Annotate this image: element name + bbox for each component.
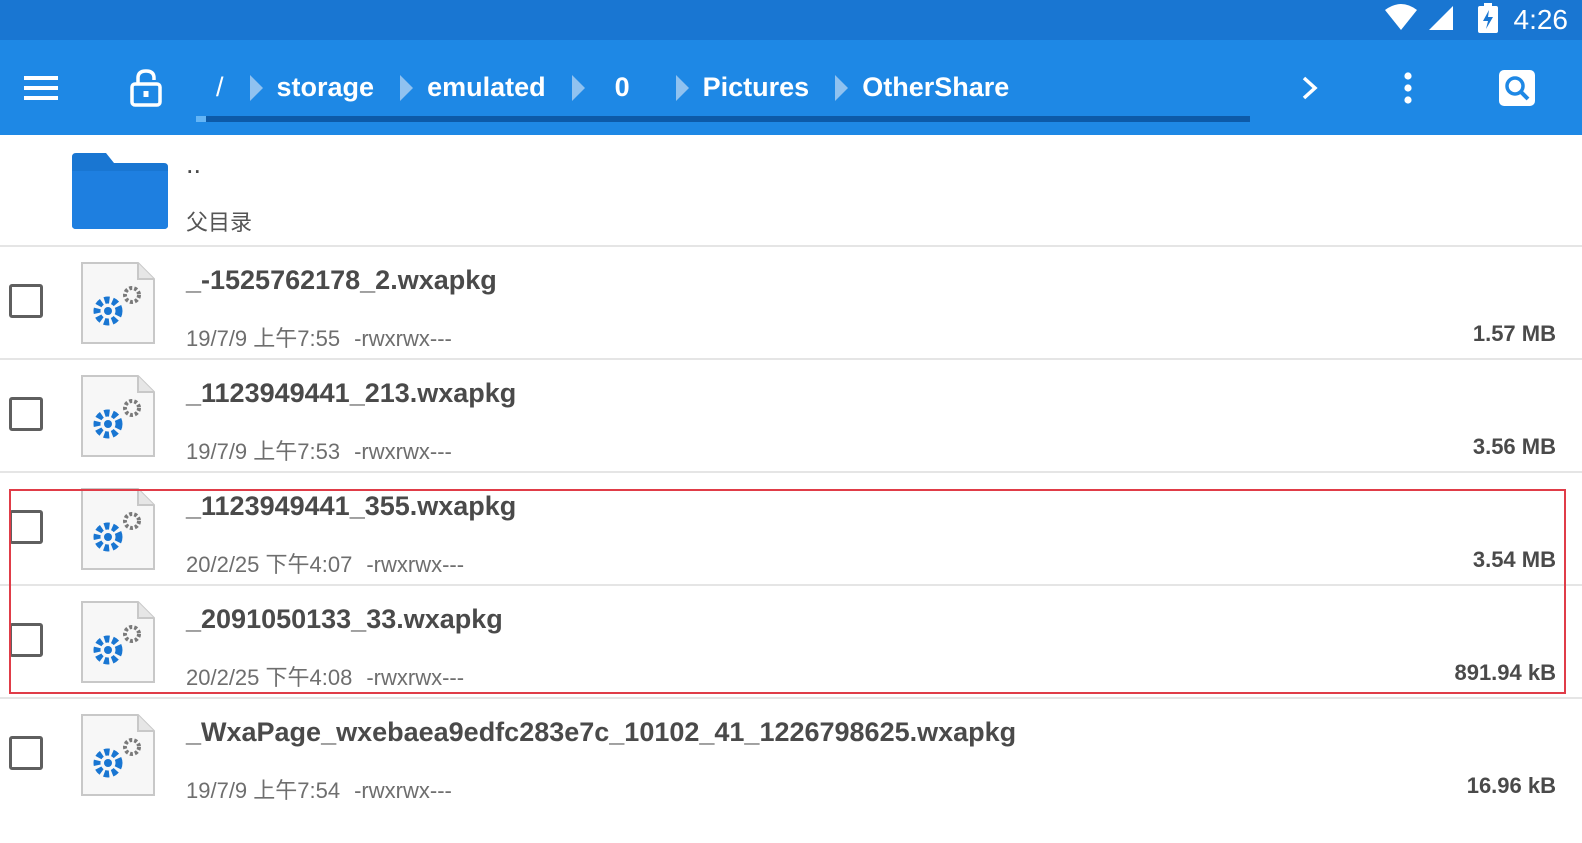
file-name: _1123949441_355.wxapkg: [186, 491, 517, 521]
status-bar: 4:26: [0, 0, 1582, 40]
file-permissions: -rwxrwx---: [354, 439, 452, 464]
breadcrumb-item-othershare[interactable]: OtherShare: [862, 72, 1009, 103]
file-name: _-1525762178_2.wxapkg: [186, 265, 497, 295]
folder-icon: [70, 151, 170, 231]
breadcrumb-separator: [400, 74, 414, 101]
breadcrumb-separator: [249, 74, 263, 101]
hamburger-menu-icon[interactable]: [14, 40, 70, 135]
parent-directory-name: ..: [186, 149, 202, 179]
file-meta: 20/2/25 下午4:08 -rwxrwx---: [186, 660, 464, 692]
breadcrumb-scroll-indicator: [196, 116, 1250, 122]
chevron-right-icon[interactable]: [1290, 40, 1330, 135]
toolbar: / storage emulated 0 Pictures OtherShare: [0, 40, 1582, 135]
file-meta: 19/7/9 上午7:55 -rwxrwx---: [186, 321, 452, 353]
file-row[interactable]: _2091050133_33.wxapkg 20/2/25 下午4:08 -rwx…: [0, 586, 1582, 699]
breadcrumb-separator: [835, 74, 849, 101]
breadcrumb-separator: [571, 74, 585, 101]
search-icon[interactable]: [1492, 40, 1542, 135]
file-size: 3.54 MB: [1472, 547, 1556, 572]
file-meta: 19/7/9 上午7:53 -rwxrwx---: [186, 434, 452, 466]
settings-file-icon: [80, 713, 156, 797]
battery-charging-icon: [1477, 2, 1498, 38]
more-vertical-icon[interactable]: [1388, 40, 1428, 135]
file-date: 20/2/25 下午4:08: [186, 665, 353, 690]
breadcrumb-item-storage[interactable]: storage: [277, 72, 375, 103]
settings-file-icon: [80, 487, 156, 571]
file-row[interactable]: _1123949441_355.wxapkg 20/2/25 下午4:07 -rw…: [0, 473, 1582, 586]
breadcrumb-item-0[interactable]: 0: [615, 72, 630, 103]
file-size: 891.94 kB: [1454, 660, 1556, 685]
file-checkbox[interactable]: [9, 397, 43, 431]
file-size: 3.56 MB: [1472, 434, 1556, 459]
file-date: 19/7/9 上午7:53: [186, 439, 341, 464]
file-row[interactable]: _1123949441_213.wxapkg 19/7/9 上午7:53 -rwx…: [0, 360, 1582, 473]
status-time: 4:26: [1513, 4, 1569, 35]
file-date: 19/7/9 上午7:54: [186, 778, 341, 803]
file-name: _2091050133_33.wxapkg: [186, 604, 503, 634]
file-meta: 20/2/25 下午4:07 -rwxrwx---: [186, 547, 464, 579]
file-checkbox[interactable]: [9, 284, 43, 318]
file-permissions: -rwxrwx---: [354, 326, 452, 351]
settings-file-icon: [80, 374, 156, 458]
file-meta: 19/7/9 上午7:54 -rwxrwx---: [186, 773, 452, 805]
file-list: .. 父目录 _-1525762178_2.wxapkg 19/7/9 上午7:…: [0, 135, 1582, 812]
file-row[interactable]: _-1525762178_2.wxapkg 19/7/9 上午7:55 -rwxr…: [0, 247, 1582, 360]
file-name: _WxaPage_wxebaea9edfc283e7c_10102_41_122…: [186, 717, 1017, 747]
breadcrumb-item-root[interactable]: /: [216, 72, 224, 103]
parent-directory-row[interactable]: .. 父目录: [0, 135, 1582, 247]
file-date: 20/2/25 下午4:07: [186, 552, 353, 577]
breadcrumb-separator: [675, 74, 689, 101]
lock-open-icon[interactable]: [118, 40, 174, 135]
file-name: _1123949441_213.wxapkg: [186, 378, 517, 408]
file-permissions: -rwxrwx---: [366, 552, 465, 577]
breadcrumb-item-emulated[interactable]: emulated: [427, 72, 546, 103]
status-icons: 4:26: [1384, 0, 1569, 40]
file-checkbox[interactable]: [9, 510, 43, 544]
file-checkbox[interactable]: [9, 736, 43, 770]
settings-file-icon: [80, 261, 156, 345]
settings-file-icon: [80, 600, 156, 684]
file-row[interactable]: _WxaPage_wxebaea9edfc283e7c_10102_41_122…: [0, 699, 1582, 812]
signal-icon: [1428, 5, 1454, 36]
breadcrumb-item-pictures[interactable]: Pictures: [703, 72, 810, 103]
file-permissions: -rwxrwx---: [366, 665, 465, 690]
file-size: 1.57 MB: [1472, 321, 1556, 346]
file-checkbox[interactable]: [9, 623, 43, 657]
file-permissions: -rwxrwx---: [354, 778, 452, 803]
file-size: 16.96 kB: [1466, 773, 1556, 798]
wifi-icon: [1384, 3, 1418, 37]
parent-directory-label: 父目录: [186, 210, 253, 235]
file-date: 19/7/9 上午7:55: [186, 326, 341, 351]
